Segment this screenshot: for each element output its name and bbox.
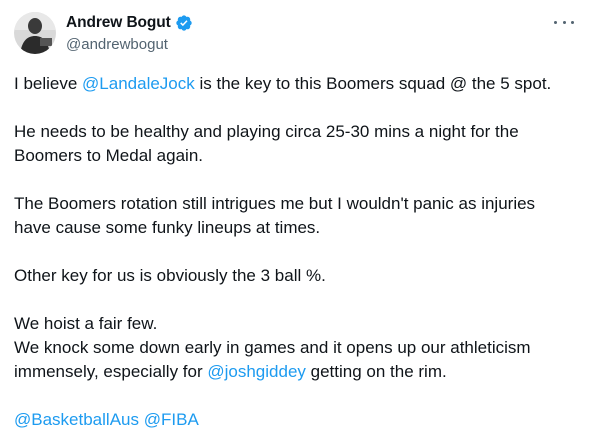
display-name[interactable]: Andrew Bogut [66, 14, 171, 32]
text-line: I believe @LandaleJock is the key to thi… [14, 72, 580, 96]
avatar-photo-icon [14, 12, 56, 54]
text-line: He needs to be healthy and playing circa… [14, 122, 519, 141]
text-line: Other key for us is obviously the 3 ball… [14, 266, 326, 285]
mention-link-landalejock[interactable]: @LandaleJock [82, 74, 195, 93]
text-line: The Boomers rotation still intrigues me … [14, 194, 536, 213]
text-line: We knock some down early in games and it… [14, 338, 531, 357]
tweet-text: I believe @LandaleJock is the key to thi… [14, 72, 580, 432]
tweet-paragraph-6: @BasketballAus @FIBA [14, 408, 580, 432]
avatar[interactable] [14, 12, 56, 54]
author-block: Andrew Bogut @andrewbogut [66, 12, 193, 55]
tweet-paragraph-5: We hoist a fair few. We knock some down … [14, 312, 580, 384]
text-segment: getting on the rim. [305, 362, 447, 381]
mention-link-fiba[interactable]: @FIBA [144, 410, 199, 429]
more-dot-icon [554, 20, 557, 24]
text-segment: is the key to this Boomers squad @ the 5… [194, 74, 552, 93]
text-line: @BasketballAus @FIBA [14, 408, 580, 432]
tweet-paragraph-1: I believe @LandaleJock is the key to thi… [14, 72, 580, 96]
name-row: Andrew Bogut [66, 12, 193, 34]
mention-link-basketballaus[interactable]: @BasketballAus [14, 410, 139, 429]
verified-badge-icon [176, 15, 192, 31]
more-options-button[interactable] [554, 16, 574, 28]
mention-link-joshgiddey[interactable]: @joshgiddey [207, 362, 306, 381]
more-dot-icon [562, 20, 566, 24]
text-line: have cause some funky lineups at times. [14, 218, 321, 237]
tweet-card: Andrew Bogut @andrewbogut I believe @Lan… [0, 0, 592, 448]
tweet-paragraph-2: He needs to be healthy and playing circa… [14, 120, 580, 168]
more-dot-icon [571, 20, 574, 24]
text-line: We hoist a fair few. [14, 314, 158, 333]
text-line: immensely, especially for @joshgiddey ge… [14, 360, 580, 384]
text-segment: immensely, especially for [14, 362, 208, 381]
tweet-paragraph-4: Other key for us is obviously the 3 ball… [14, 264, 580, 288]
text-line: Boomers to Medal again. [14, 146, 203, 165]
handle[interactable]: @andrewbogut [66, 35, 193, 55]
text-segment: I believe [14, 74, 83, 93]
tweet-paragraph-3: The Boomers rotation still intrigues me … [14, 192, 580, 240]
